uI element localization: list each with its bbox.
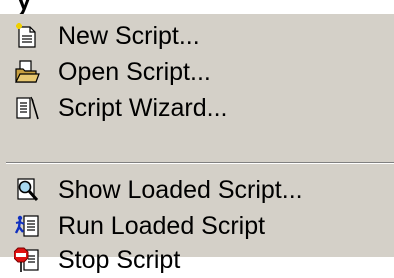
menu-item-label: Stop Script: [58, 246, 181, 274]
menu-item-open-script[interactable]: Open Script...: [0, 54, 394, 90]
stop-script-icon: [13, 247, 40, 273]
top-strip: y: [0, 0, 394, 18]
menu-item-show-loaded-script[interactable]: Show Loaded Script...: [0, 172, 394, 208]
menu-item-stop-script[interactable]: Stop Script: [0, 242, 394, 278]
menu-item-label: Show Loaded Script...: [58, 176, 303, 204]
new-script-icon: [14, 23, 40, 49]
menu-item-script-wizard[interactable]: Script Wizard...: [0, 90, 394, 126]
script-wizard-icon: [14, 95, 40, 121]
open-script-icon: [14, 59, 40, 85]
script-menu: New Script... Open Script... Script Wiza…: [0, 14, 394, 274]
menu-item-label: Run Loaded Script: [58, 212, 266, 240]
menu-item-run-loaded-script[interactable]: Run Loaded Script: [0, 208, 394, 244]
menu-item-label: Open Script...: [58, 58, 211, 86]
menu-item-label: New Script...: [58, 22, 200, 50]
show-loaded-script-icon: [14, 177, 40, 203]
menu-item-label: Script Wizard...: [58, 94, 228, 122]
menu-separator: [6, 162, 394, 164]
menu-item-new-script[interactable]: New Script...: [0, 18, 394, 54]
run-loaded-script-icon: [14, 213, 40, 239]
